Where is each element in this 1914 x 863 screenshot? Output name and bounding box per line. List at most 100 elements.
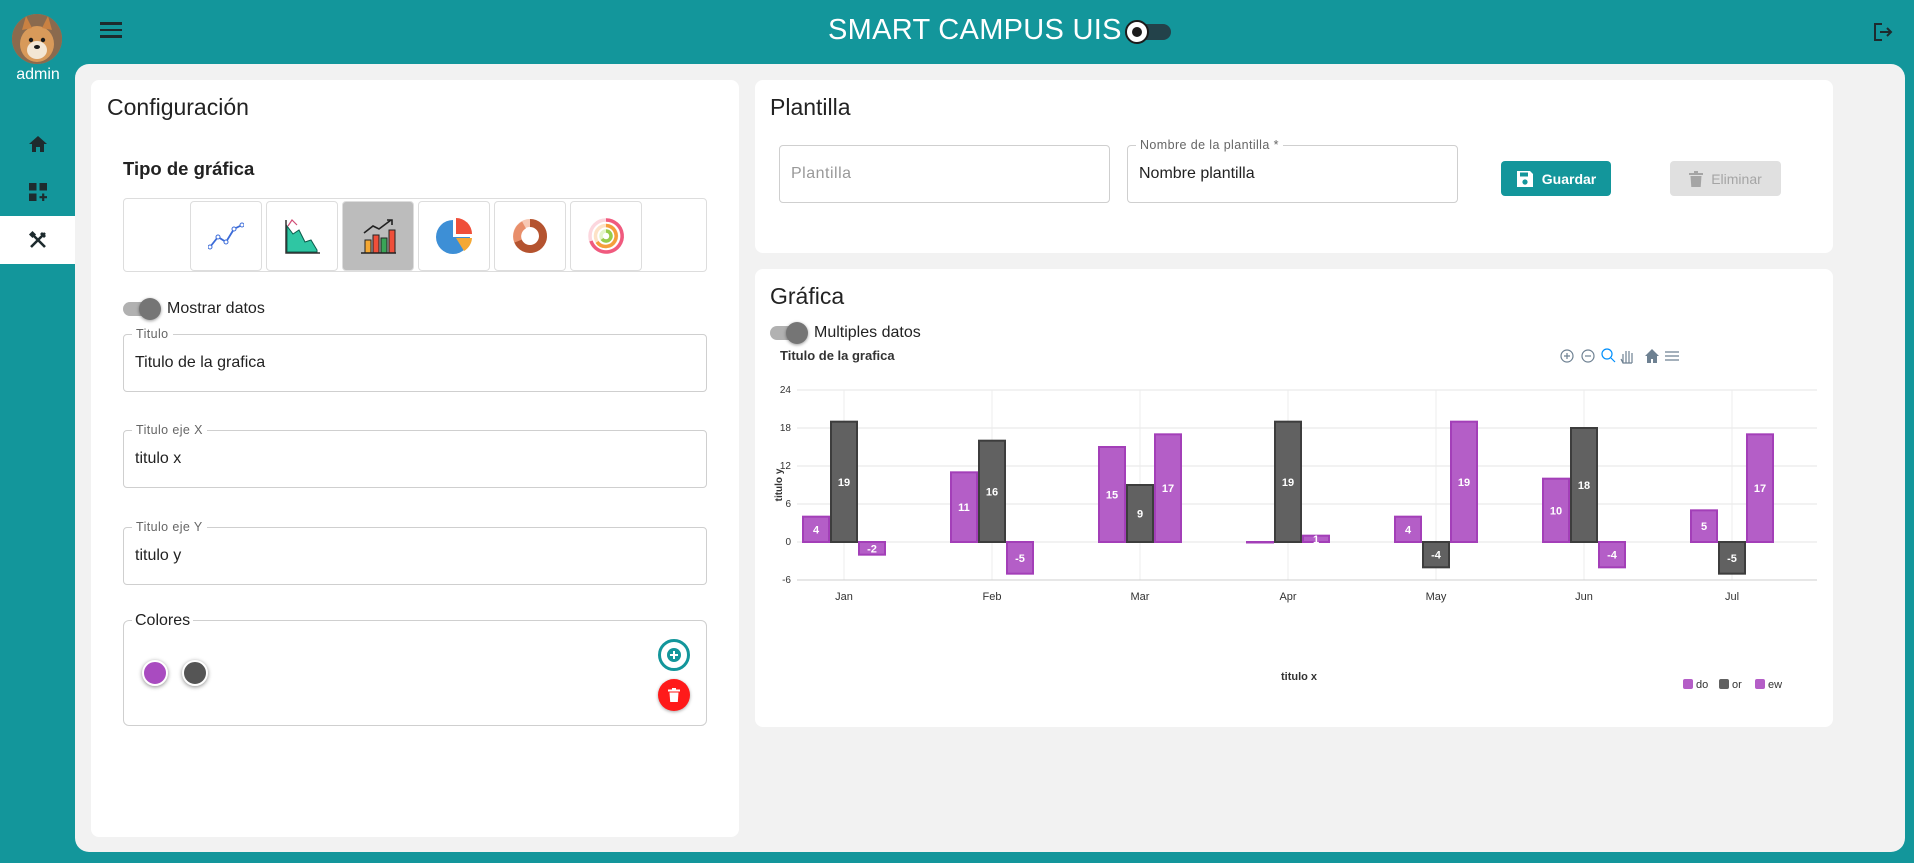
zoom-out-icon[interactable] <box>1581 349 1595 363</box>
data-label: 19 <box>838 477 850 489</box>
color-swatch-purple[interactable] <box>142 660 168 686</box>
trash-icon <box>668 688 680 702</box>
x-tick-label: Mar <box>1131 591 1150 603</box>
y-tick-label: 6 <box>785 499 791 510</box>
y-tick-label: -6 <box>782 575 791 586</box>
dashboard-add-icon <box>28 183 47 201</box>
x-axis-ticks: Jan Feb Mar Apr May Jun Jul <box>835 591 1739 603</box>
data-label: 18 <box>1578 480 1590 492</box>
x-tick-label: Feb <box>983 591 1002 603</box>
legend-marker-do <box>1683 679 1693 689</box>
home-icon <box>28 136 47 152</box>
title-field[interactable]: Titulo <box>123 327 707 392</box>
sidebar-item-dashboards[interactable] <box>0 168 75 216</box>
line-chart-icon <box>208 222 244 250</box>
chart-type-bar[interactable] <box>342 201 414 271</box>
chart-title: Titulo de la grafica <box>780 348 895 363</box>
chart-toolbar <box>1560 348 1679 364</box>
x-axis-title-input[interactable] <box>135 431 695 487</box>
chart-type-radial[interactable] <box>570 201 642 271</box>
data-label: -4 <box>1607 550 1618 562</box>
zoom-in-icon[interactable] <box>1560 349 1574 363</box>
data-label: 17 <box>1754 483 1766 495</box>
template-name-field[interactable]: Nombre de la plantilla * <box>1127 138 1458 203</box>
template-select-input[interactable] <box>791 146 1098 202</box>
chart-type-pie[interactable] <box>418 201 490 271</box>
y-tick-label: 0 <box>785 537 791 548</box>
data-label: 17 <box>1162 483 1174 495</box>
chart-type-donut[interactable] <box>494 201 566 271</box>
multiple-data-label: Multiples datos <box>814 324 921 341</box>
avatar[interactable] <box>12 14 62 64</box>
radial-bar-chart-icon <box>588 218 624 254</box>
x-tick-label: May <box>1426 591 1447 603</box>
y-tick-label: 18 <box>780 423 792 434</box>
show-data-label: Mostrar datos <box>167 300 265 317</box>
bar-chart: Titulo de la grafica 24181260-6 419-2111… <box>774 348 1817 691</box>
app-title: SMART CAMPUS UIS <box>828 14 1122 46</box>
template-name-input[interactable] <box>1139 146 1446 202</box>
y-axis-title-field[interactable]: Titulo eje Y <box>123 520 707 585</box>
sidebar <box>0 120 75 264</box>
zoom-select-icon[interactable] <box>1601 348 1616 363</box>
show-data-switch[interactable] <box>123 298 161 320</box>
data-label: -5 <box>1015 553 1025 565</box>
x-tick-label: Apr <box>1279 591 1296 603</box>
delete-button[interactable]: Eliminar <box>1670 161 1781 196</box>
data-label: 16 <box>986 486 998 498</box>
menu-icon[interactable] <box>100 22 122 40</box>
pie-chart-icon <box>436 218 472 254</box>
pan-hand-icon[interactable] <box>1620 351 1633 364</box>
chart-type-line[interactable] <box>190 201 262 271</box>
sidebar-item-home[interactable] <box>0 120 75 168</box>
main-content: Configuración Tipo de gráfica Mostrar da… <box>75 64 1905 852</box>
colors-label: Colores <box>132 612 194 630</box>
graph-card: Gráfica Multiples datos Titulo de la gra… <box>755 269 1833 727</box>
chart-legend: do or ew <box>1683 679 1782 691</box>
legend-label: ew <box>1768 679 1782 691</box>
brightness-toggle-icon <box>1125 20 1149 44</box>
trash-icon <box>1689 170 1704 187</box>
chart-type-area[interactable] <box>266 201 338 271</box>
data-label: 19 <box>1282 477 1294 489</box>
data-label: -4 <box>1431 550 1442 562</box>
dog-avatar-image <box>12 14 62 64</box>
y-axis-title-input[interactable] <box>135 528 695 584</box>
user-name: admin <box>16 66 60 83</box>
logout-icon[interactable] <box>1873 22 1895 42</box>
area-chart-icon <box>285 219 320 254</box>
x-axis-title-field[interactable]: Titulo eje X <box>123 423 707 488</box>
save-label: Guardar <box>1541 170 1597 187</box>
legend-label: do <box>1696 679 1708 691</box>
multiple-data-switch[interactable] <box>770 322 808 344</box>
data-label: -2 <box>867 543 877 555</box>
data-label: 1 <box>1313 534 1319 546</box>
sidebar-item-design[interactable] <box>0 216 75 264</box>
bar-chart-icon <box>361 219 396 254</box>
data-label: 5 <box>1701 521 1707 533</box>
data-label: 19 <box>1458 477 1470 489</box>
top-app-bar: admin SMART CAMPUS UIS <box>0 0 1914 83</box>
color-swatch-gray[interactable] <box>182 660 208 686</box>
save-icon <box>1516 170 1533 187</box>
data-label: 9 <box>1137 509 1143 521</box>
save-button[interactable]: Guardar <box>1501 161 1611 196</box>
theme-toggle[interactable] <box>1125 20 1173 44</box>
chart-type-label: Tipo de gráfica <box>123 158 255 179</box>
add-color-button[interactable] <box>658 639 690 671</box>
x-tick-label: Jul <box>1725 591 1739 603</box>
title-input[interactable] <box>135 335 695 391</box>
legend-label: or <box>1732 679 1742 691</box>
delete-color-button[interactable] <box>658 679 690 711</box>
x-axis-title: titulo x <box>1281 671 1318 683</box>
data-label: 11 <box>958 502 970 514</box>
template-select[interactable] <box>779 145 1110 203</box>
reset-home-icon[interactable] <box>1645 349 1659 363</box>
colors-box: Colores <box>123 612 707 726</box>
config-card: Configuración Tipo de gráfica Mostrar da… <box>91 80 739 837</box>
chart-menu-icon[interactable] <box>1665 351 1679 361</box>
legend-marker-or <box>1719 679 1729 689</box>
data-label: 4 <box>1405 524 1412 536</box>
bar-do-Apr <box>1246 541 1274 544</box>
design-tools-icon <box>28 230 46 248</box>
